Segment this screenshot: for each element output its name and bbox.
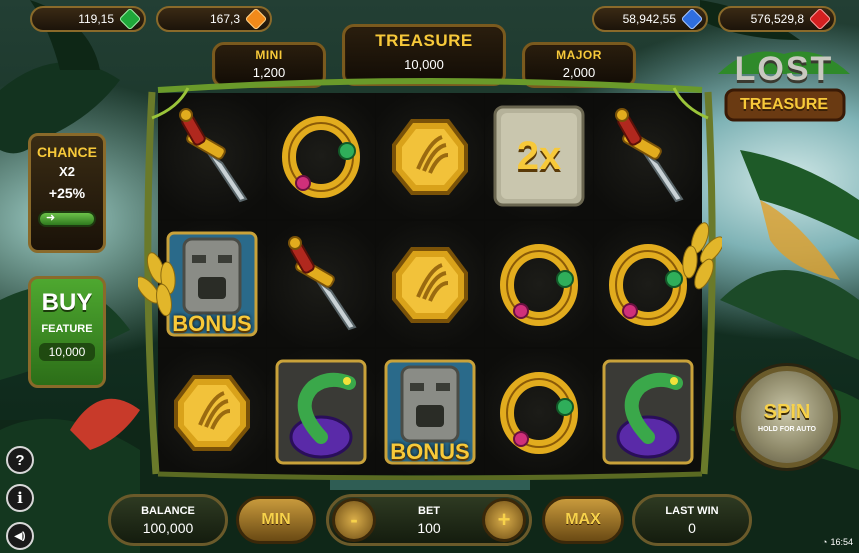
- dagger-symbol-icon: [288, 236, 357, 331]
- jackpot-pill-red: 576,529,8: [718, 6, 836, 32]
- coin-symbol-icon: [392, 119, 468, 195]
- reel-cell-snake: [267, 349, 375, 475]
- snake-symbol-icon: [602, 359, 694, 465]
- treasure-jackpot: TREASURE 10,000: [342, 24, 506, 86]
- ring-symbol-icon: [500, 372, 578, 454]
- last-win-display: LAST WIN 0: [632, 494, 752, 546]
- red-gem-icon: [808, 7, 832, 31]
- game-scene: 119,15 167,3 58,942,55 576,529,8 MINI 1,…: [0, 0, 859, 553]
- reel-cell-dagger: [594, 93, 702, 219]
- mini-label: MINI: [255, 48, 283, 62]
- spin-label: SPIN: [763, 401, 811, 423]
- reel-cell-coin: [376, 93, 484, 219]
- bet-increase-button[interactable]: +: [482, 498, 526, 542]
- chance-percent: +25%: [48, 185, 86, 201]
- arrow-right-icon: ➜: [46, 212, 56, 224]
- buy-price: 10,000: [39, 343, 95, 361]
- bet-decrease-button[interactable]: -: [332, 498, 376, 542]
- multiplier-text: 2x: [516, 133, 562, 178]
- reel-cell-dagger: [158, 93, 266, 219]
- clock: ◔ 16:54: [822, 537, 853, 547]
- reel-cell-dagger: [267, 221, 375, 347]
- buy-feature-button[interactable]: BUY FEATURE 10,000: [28, 276, 106, 388]
- bonus-text: BONUS: [172, 311, 252, 336]
- mini-jackpot: MINI 1,200: [212, 42, 326, 88]
- reel-cell-bonus-idol: BONUS: [158, 221, 266, 347]
- reel-cell-multiplier: 2x: [485, 93, 593, 219]
- reel-grid: BONUS BONUS 2x: [158, 93, 702, 475]
- sound-icon[interactable]: ◀): [6, 522, 34, 550]
- clock-icon: ◔: [822, 537, 828, 547]
- last-win-label: LAST WIN: [665, 505, 719, 517]
- coin-symbol-icon: [174, 375, 250, 451]
- reel-cell-ring: [485, 221, 593, 347]
- jackpot-value: 58,942,55: [622, 12, 676, 26]
- ring-symbol-icon: [282, 116, 360, 198]
- ring-symbol-icon: [609, 244, 687, 326]
- blue-gem-icon: [680, 7, 704, 31]
- min-bet-button[interactable]: MIN: [236, 496, 316, 544]
- major-value: 2,000: [562, 65, 596, 80]
- reel-cell-ring: [485, 349, 593, 475]
- jackpot-pill-green: 119,15: [30, 6, 146, 32]
- logo-word-lost: LOST: [734, 50, 834, 88]
- balance-value: 100,000: [142, 520, 194, 536]
- clock-time: 16:54: [830, 537, 853, 547]
- orange-gem-icon: [244, 7, 268, 31]
- green-gem-icon: [118, 7, 142, 31]
- snake-symbol-icon: [275, 359, 367, 465]
- game-logo: LOST TREASURE: [718, 44, 850, 130]
- jackpot-value: 167,3: [209, 12, 240, 26]
- balance-display: BALANCE 100,000: [108, 494, 228, 546]
- buy-subtitle: FEATURE: [41, 323, 93, 335]
- dagger-symbol-icon: [615, 108, 684, 203]
- jackpot-value: 576,529,8: [750, 12, 804, 26]
- chance-title: CHANCE: [37, 144, 97, 160]
- reel-cell-bonus-idol: BONUS: [376, 349, 484, 475]
- dagger-symbol-icon: [179, 108, 248, 203]
- last-win-value: 0: [688, 520, 696, 536]
- mini-value: 1,200: [252, 65, 286, 80]
- chance-multiplier: X2: [59, 164, 75, 179]
- bonus-text: BONUS: [390, 439, 470, 464]
- logo-word-treasure: TREASURE: [739, 96, 828, 113]
- treasure-value: 10,000: [404, 57, 444, 72]
- chance-panel: CHANCE X2 +25% ➜: [28, 133, 106, 253]
- treasure-label: TREASURE: [375, 31, 473, 50]
- info-icon[interactable]: i: [6, 484, 34, 512]
- jackpot-pill-blue: 58,942,55: [592, 6, 708, 32]
- reel-cell-ring: [267, 93, 375, 219]
- jackpot-pill-orange: 167,3: [156, 6, 272, 32]
- spin-button[interactable]: SPIN HOLD FOR AUTO: [736, 366, 838, 468]
- ring-symbol-icon: [500, 244, 578, 326]
- balance-label: BALANCE: [141, 505, 195, 517]
- reel-cell-coin: [376, 221, 484, 347]
- reel-cell-coin: [158, 349, 266, 475]
- reel-cell-ring: [594, 221, 702, 347]
- help-icon[interactable]: ?: [6, 446, 34, 474]
- reel-cell-snake: [594, 349, 702, 475]
- buy-title: BUY: [41, 289, 93, 316]
- major-jackpot: MAJOR 2,000: [522, 42, 636, 88]
- spin-sublabel: HOLD FOR AUTO: [758, 426, 816, 433]
- max-bet-button[interactable]: MAX: [542, 496, 624, 544]
- jackpot-value: 119,15: [78, 12, 114, 26]
- major-label: MAJOR: [556, 48, 602, 62]
- coin-symbol-icon: [392, 247, 468, 323]
- chance-toggle[interactable]: ➜: [38, 211, 96, 227]
